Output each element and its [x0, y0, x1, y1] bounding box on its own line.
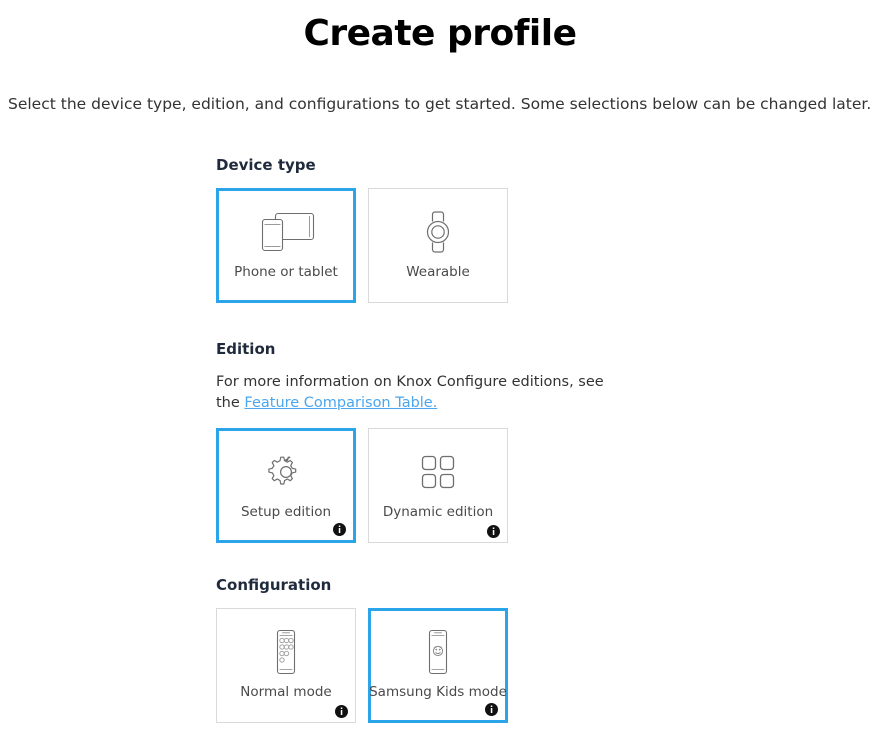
- option-card-phone-or-tablet[interactable]: Phone or tablet: [216, 188, 356, 303]
- section-heading-edition: Edition: [216, 340, 276, 358]
- option-label-wearable: Wearable: [406, 264, 470, 280]
- section-configuration: Configuration Normal mode Samsung Kids m…: [216, 576, 880, 723]
- option-label-dynamic-edition: Dynamic edition: [382, 504, 494, 520]
- info-icon-dynamic-edition[interactable]: [487, 523, 500, 538]
- option-card-normal-mode[interactable]: Normal mode: [216, 608, 356, 723]
- phone-tablet-icon: [255, 209, 317, 255]
- section-edition: Edition For more information on Knox Con…: [216, 340, 880, 543]
- spacer-after-edition: [216, 543, 880, 576]
- configuration-options: Normal mode Samsung Kids mode: [216, 608, 880, 723]
- edition-options: Setup edition Dynamic edition: [216, 428, 880, 543]
- option-label-normal-mode: Normal mode: [240, 684, 332, 700]
- phone-kids-icon: [423, 629, 453, 675]
- edition-description: For more information on Knox Configure e…: [216, 372, 626, 414]
- page-title: Create profile: [303, 13, 577, 54]
- section-heading-device-type: Device type: [216, 156, 316, 174]
- page-subtitle: Select the device type, edition, and con…: [8, 95, 872, 113]
- option-card-setup-edition[interactable]: Setup edition: [216, 428, 356, 543]
- device-type-options: Phone or tablet Wearable: [216, 188, 880, 303]
- phone-apps-icon: [271, 629, 301, 675]
- info-icon-samsung-kids-mode[interactable]: [485, 701, 498, 716]
- option-label-samsung-kids-mode: Samsung Kids mode: [369, 684, 507, 700]
- info-icon-setup-edition[interactable]: [333, 521, 346, 536]
- sections-container: Device type Phone or tablet Wearable Edi…: [0, 114, 880, 723]
- section-device-type: Device type Phone or tablet Wearable: [216, 156, 880, 303]
- gear-icon: [266, 449, 306, 495]
- wearable-watch-icon: [421, 209, 455, 255]
- option-card-dynamic-edition[interactable]: Dynamic edition: [368, 428, 508, 543]
- option-card-wearable[interactable]: Wearable: [368, 188, 508, 303]
- spacer-after-device-type: [216, 303, 880, 340]
- option-card-samsung-kids-mode[interactable]: Samsung Kids mode: [368, 608, 508, 723]
- feature-comparison-table-link[interactable]: Feature Comparison Table.: [244, 395, 437, 411]
- option-label-phone-or-tablet: Phone or tablet: [234, 264, 338, 280]
- info-icon-normal-mode[interactable]: [335, 703, 348, 718]
- grid-squares-icon: [419, 449, 457, 495]
- option-label-setup-edition: Setup edition: [240, 504, 332, 520]
- section-heading-configuration: Configuration: [216, 576, 332, 594]
